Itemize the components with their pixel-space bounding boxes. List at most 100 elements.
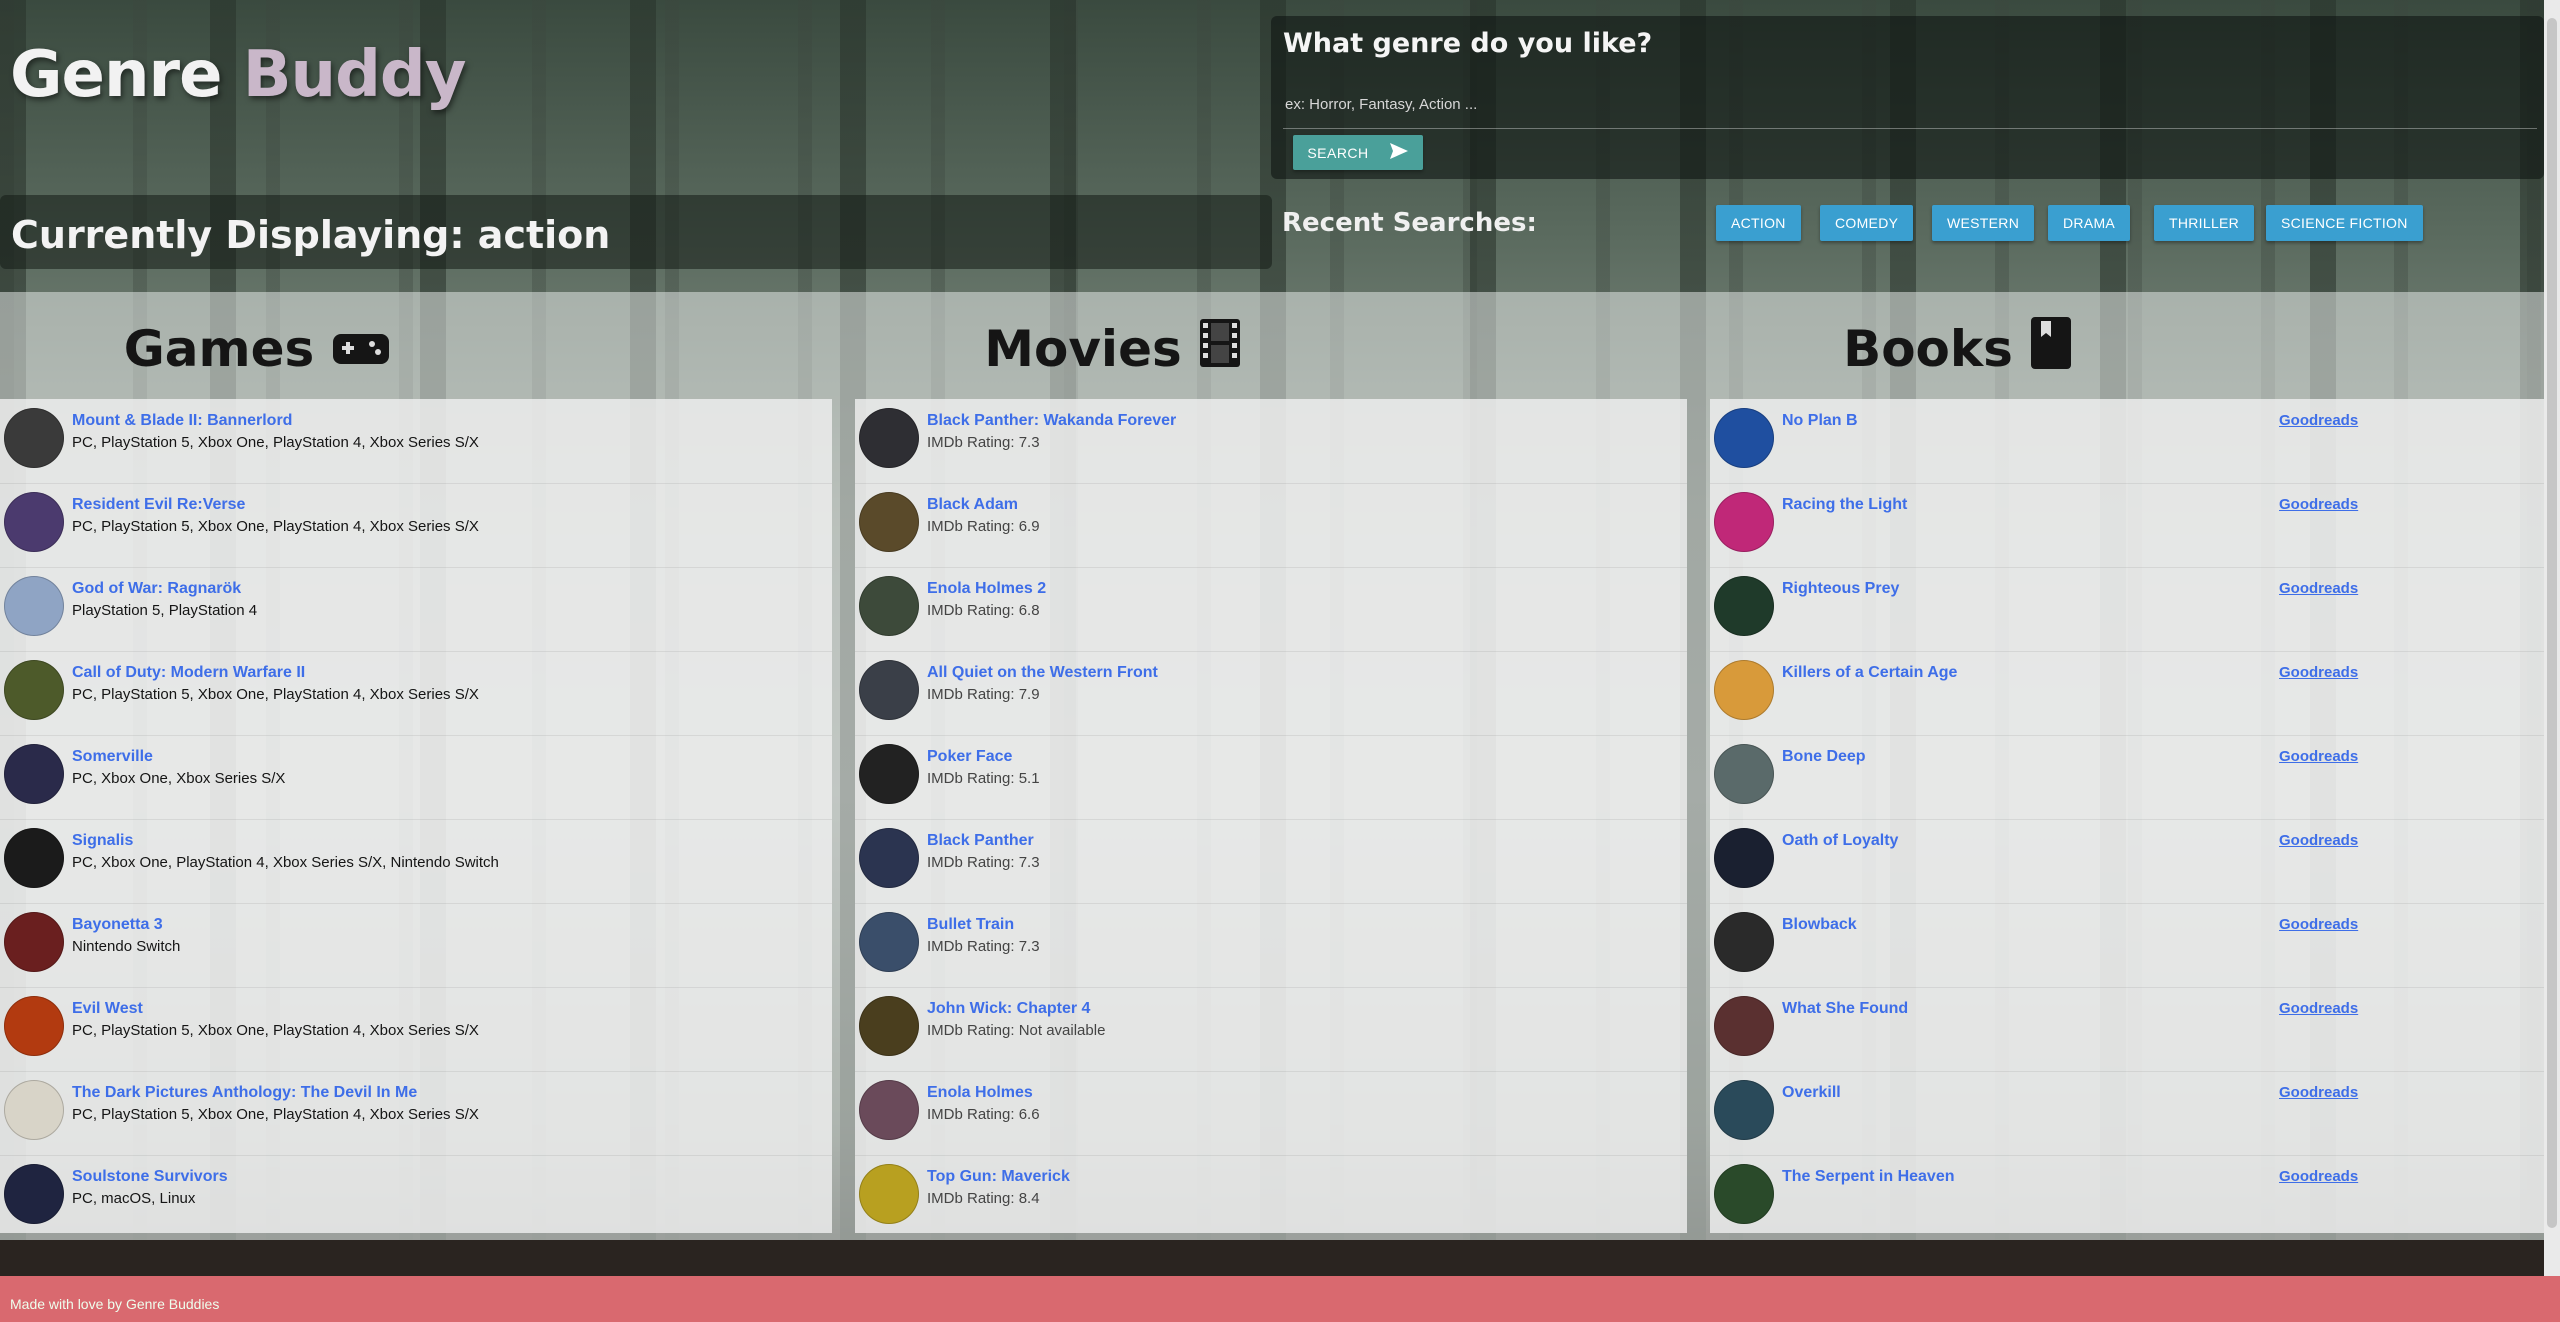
movie-rating: IMDb Rating: 7.3 (927, 854, 1040, 871)
scrollbar-thumb[interactable] (2547, 18, 2557, 1228)
game-thumbnail[interactable] (4, 996, 64, 1056)
send-icon (1389, 142, 1409, 163)
book-title-link[interactable]: Blowback (1782, 916, 1857, 934)
recent-chip-action[interactable]: ACTION (1716, 205, 1801, 241)
search-question: What genre do you like? (1283, 28, 1653, 59)
movie-title-link[interactable]: Bullet Train (927, 916, 1014, 934)
book-cover[interactable] (1714, 492, 1774, 552)
list-item: All Quiet on the Western Front IMDb Rati… (855, 651, 1687, 736)
list-item: Top Gun: Maverick IMDb Rating: 8.4 (855, 1155, 1687, 1239)
game-platforms: PC, PlayStation 5, Xbox One, PlayStation… (72, 434, 479, 451)
list-item: Enola Holmes 2 IMDb Rating: 6.8 (855, 567, 1687, 652)
movie-title-link[interactable]: Enola Holmes 2 (927, 580, 1046, 598)
books-heading: Books (1700, 314, 2214, 384)
page-scrollbar[interactable] (2544, 0, 2560, 1276)
game-title-link[interactable]: Resident Evil Re:Verse (72, 496, 245, 514)
goodreads-link[interactable]: Goodreads (2279, 748, 2358, 765)
books-heading-text: Books (1843, 320, 2013, 378)
movie-poster[interactable] (859, 744, 919, 804)
recent-chip-western[interactable]: WESTERN (1932, 205, 2035, 241)
search-button[interactable]: SEARCH (1293, 135, 1423, 170)
book-cover[interactable] (1714, 828, 1774, 888)
film-icon (1199, 319, 1240, 379)
movie-title-link[interactable]: Poker Face (927, 748, 1012, 766)
recent-chip-science-fiction[interactable]: SCIENCE FICTION (2266, 205, 2423, 241)
book-title-link[interactable]: Bone Deep (1782, 748, 1866, 766)
movie-poster[interactable] (859, 408, 919, 468)
game-title-link[interactable]: Call of Duty: Modern Warfare II (72, 664, 305, 682)
book-cover[interactable] (1714, 660, 1774, 720)
game-thumbnail[interactable] (4, 408, 64, 468)
movies-heading-text: Movies (984, 320, 1182, 378)
book-title-link[interactable]: Overkill (1782, 1084, 1841, 1102)
goodreads-link[interactable]: Goodreads (2279, 1000, 2358, 1017)
book-cover[interactable] (1714, 1164, 1774, 1224)
game-platforms: PC, PlayStation 5, Xbox One, PlayStation… (72, 686, 479, 703)
goodreads-link[interactable]: Goodreads (2279, 916, 2358, 933)
recent-chip-thriller[interactable]: THRILLER (2154, 205, 2255, 241)
book-cover[interactable] (1714, 1080, 1774, 1140)
movie-title-link[interactable]: Black Adam (927, 496, 1018, 514)
game-title-link[interactable]: Mount & Blade II: Bannerlord (72, 412, 292, 430)
recent-chip-drama[interactable]: DRAMA (2048, 205, 2131, 241)
book-cover[interactable] (1714, 744, 1774, 804)
movie-poster[interactable] (859, 576, 919, 636)
game-thumbnail[interactable] (4, 576, 64, 636)
movie-poster[interactable] (859, 492, 919, 552)
book-title-link[interactable]: No Plan B (1782, 412, 1858, 430)
game-title-link[interactable]: Evil West (72, 1000, 143, 1018)
movie-title-link[interactable]: All Quiet on the Western Front (927, 664, 1158, 682)
movie-poster[interactable] (859, 996, 919, 1056)
movie-poster[interactable] (859, 912, 919, 972)
book-cover[interactable] (1714, 912, 1774, 972)
goodreads-link[interactable]: Goodreads (2279, 1084, 2358, 1101)
game-platforms: PlayStation 5, PlayStation 4 (72, 602, 258, 619)
game-thumbnail[interactable] (4, 492, 64, 552)
goodreads-link[interactable]: Goodreads (2279, 412, 2358, 429)
game-thumbnail[interactable] (4, 1080, 64, 1140)
book-title-link[interactable]: The Serpent in Heaven (1782, 1168, 1955, 1186)
movie-poster[interactable] (859, 1080, 919, 1140)
game-thumbnail[interactable] (4, 912, 64, 972)
recent-chip-comedy[interactable]: COMEDY (1820, 205, 1914, 241)
game-thumbnail[interactable] (4, 660, 64, 720)
movie-title-link[interactable]: Top Gun: Maverick (927, 1168, 1070, 1186)
game-thumbnail[interactable] (4, 744, 64, 804)
book-title-link[interactable]: Righteous Prey (1782, 580, 1899, 598)
goodreads-link[interactable]: Goodreads (2279, 580, 2358, 597)
game-title-link[interactable]: God of War: Ragnarök (72, 580, 241, 598)
movie-rating: IMDb Rating: 7.3 (927, 938, 1040, 955)
game-thumbnail[interactable] (4, 1164, 64, 1224)
movie-poster[interactable] (859, 828, 919, 888)
game-title-link[interactable]: Bayonetta 3 (72, 916, 163, 934)
book-title-link[interactable]: Killers of a Certain Age (1782, 664, 1957, 682)
books-list: No Plan B Goodreads Racing the Light Goo… (1710, 399, 2544, 1233)
movie-title-link[interactable]: Black Panther (927, 832, 1034, 850)
list-item: Mount & Blade II: Bannerlord PC, PlaySta… (0, 399, 832, 484)
goodreads-link[interactable]: Goodreads (2279, 664, 2358, 681)
game-thumbnail[interactable] (4, 828, 64, 888)
game-title-link[interactable]: Soulstone Survivors (72, 1168, 228, 1186)
genre-search-input[interactable] (1283, 80, 2537, 129)
movie-title-link[interactable]: Black Panther: Wakanda Forever (927, 412, 1176, 430)
game-title-link[interactable]: Somerville (72, 748, 153, 766)
game-title-link[interactable]: Signalis (72, 832, 133, 850)
movie-poster[interactable] (859, 660, 919, 720)
book-cover[interactable] (1714, 408, 1774, 468)
list-item: Black Adam IMDb Rating: 6.9 (855, 483, 1687, 568)
game-title-link[interactable]: The Dark Pictures Anthology: The Devil I… (72, 1084, 417, 1102)
header: Genre Buddy Currently Displaying: action… (0, 0, 2544, 292)
movie-poster[interactable] (859, 1164, 919, 1224)
goodreads-link[interactable]: Goodreads (2279, 496, 2358, 513)
movie-title-link[interactable]: Enola Holmes (927, 1084, 1033, 1102)
list-item: Evil West PC, PlayStation 5, Xbox One, P… (0, 987, 832, 1072)
movie-title-link[interactable]: John Wick: Chapter 4 (927, 1000, 1090, 1018)
book-title-link[interactable]: What She Found (1782, 1000, 1908, 1018)
book-title-link[interactable]: Oath of Loyalty (1782, 832, 1898, 850)
book-cover[interactable] (1714, 576, 1774, 636)
goodreads-link[interactable]: Goodreads (2279, 1168, 2358, 1185)
goodreads-link[interactable]: Goodreads (2279, 832, 2358, 849)
book-title-link[interactable]: Racing the Light (1782, 496, 1907, 514)
book-cover[interactable] (1714, 996, 1774, 1056)
list-item: Bullet Train IMDb Rating: 7.3 (855, 903, 1687, 988)
